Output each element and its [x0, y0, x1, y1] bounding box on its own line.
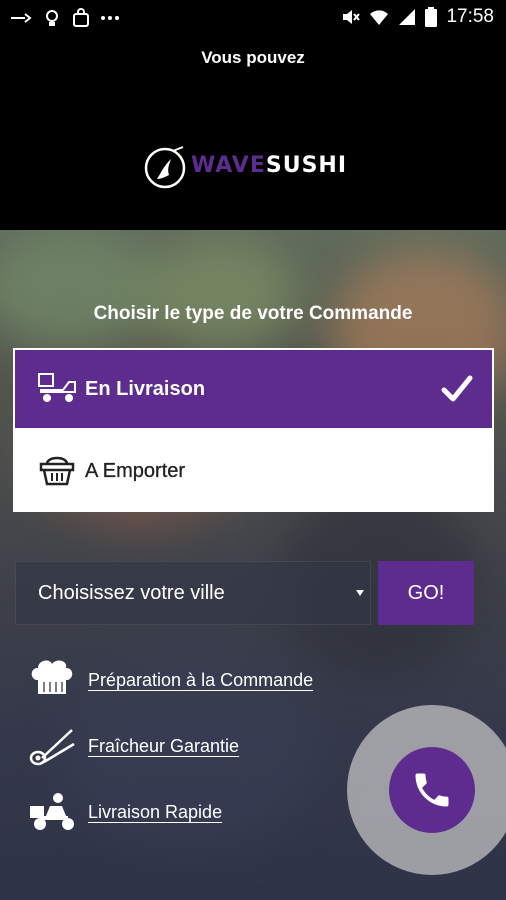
order-type-title: Choisir le type de votre Commande [93, 303, 413, 324]
checkmark-icon [441, 375, 473, 402]
notification-icons [10, 8, 120, 28]
delivery-rider-icon [30, 793, 74, 830]
clock: 17:58 [446, 6, 494, 27]
logo-text-sushi: SUSHI [265, 153, 348, 178]
city-select[interactable]: Choisissez votre ville [15, 561, 371, 625]
feature-fast-delivery[interactable]: Livraison Rapide [28, 790, 348, 834]
option-takeaway[interactable]: A Emporter [13, 430, 494, 512]
feature-preparation[interactable]: Préparation à la Commande [28, 658, 348, 702]
feature-freshness-link[interactable]: Fraîcheur Garantie [88, 736, 239, 757]
wave-sushi-logo: WAVESUSHI [143, 143, 368, 193]
lightbulb-icon [46, 10, 58, 26]
cast-icon [11, 13, 32, 23]
phone-icon [415, 773, 449, 807]
feature-freshness[interactable]: Fraîcheur Garantie [28, 724, 348, 768]
mute-icon [343, 10, 361, 24]
status-bar: 17:58 [0, 0, 506, 38]
logo-text-wave: WAVE [191, 153, 266, 178]
feature-preparation-link[interactable]: Préparation à la Commande [88, 670, 313, 691]
marquee-text: Vous pouvez [201, 48, 305, 67]
delivery-scooter-icon [38, 373, 76, 402]
more-dots-icon [101, 16, 119, 20]
background-food-image: Choisir le type de votre Commande En Liv… [0, 230, 506, 900]
basket-icon [39, 456, 75, 486]
battery-icon [425, 7, 438, 27]
signal-icon [399, 9, 416, 25]
shopping-bag-icon [73, 8, 89, 27]
chopsticks-icon [29, 729, 75, 766]
chef-hat-icon [31, 660, 73, 694]
feature-fast-delivery-link[interactable]: Livraison Rapide [88, 802, 222, 823]
system-icons: 17:58 [340, 6, 494, 28]
header: Vous pouvez WAVESUSHI [0, 38, 506, 230]
logo-text: WAVESUSHI [191, 153, 347, 178]
wifi-icon [370, 10, 389, 25]
option-delivery-label: En Livraison [85, 377, 206, 400]
go-button[interactable]: GO! [378, 561, 474, 625]
call-button[interactable] [389, 747, 475, 833]
option-takeaway-label: A Emporter [85, 459, 186, 482]
option-delivery[interactable]: En Livraison [13, 348, 494, 430]
city-select-value: Choisissez votre ville [38, 581, 225, 604]
logo-emblem-icon [144, 146, 186, 189]
dropdown-caret-icon [356, 590, 364, 596]
